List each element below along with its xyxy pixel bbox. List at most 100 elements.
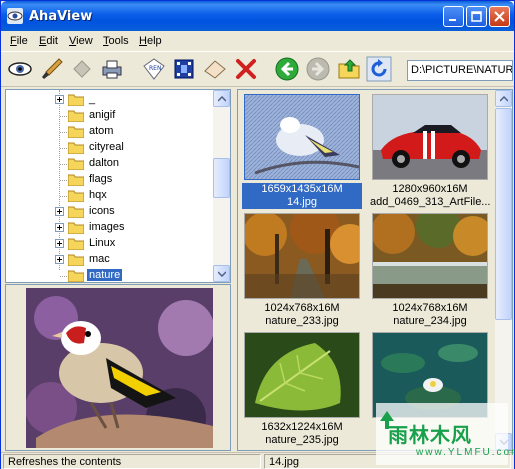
tree-item-label: atom	[89, 125, 114, 137]
tree-item[interactable]: mac	[6, 252, 214, 268]
image-preview	[5, 284, 231, 451]
erase-button[interactable]	[202, 56, 228, 82]
thumbnail-image-frame[interactable]	[372, 94, 488, 180]
menu-view[interactable]: View	[69, 35, 93, 47]
slideshow-button[interactable]	[171, 56, 197, 82]
eye-app-icon	[7, 8, 23, 24]
folder-tree: _ anigif atom cityreal dalton flags hqx …	[5, 89, 231, 283]
folder-icon	[68, 94, 84, 106]
thumbnail-item[interactable]: 1632x1224x16M nature_235.jpg	[242, 330, 362, 446]
print-button[interactable]	[99, 56, 125, 82]
delete-x-icon	[236, 59, 256, 79]
tree-item-selected[interactable]: nature	[6, 268, 214, 282]
tree-item-label: nature	[87, 269, 123, 281]
forest-path-thumbnail-image	[245, 214, 359, 298]
menu-tools[interactable]: Tools	[103, 35, 129, 47]
autumn-river-thumbnail-image	[373, 214, 487, 298]
scroll-thumb[interactable]	[495, 108, 512, 320]
green-leaf-thumbnail-image	[245, 333, 359, 417]
folder-icon	[68, 174, 84, 186]
toolbar: REN D:\PICTURE\NATURE	[1, 51, 514, 87]
tree-item[interactable]: atom	[6, 124, 214, 140]
scroll-up-button[interactable]	[495, 90, 512, 107]
maximize-button[interactable]	[466, 6, 487, 27]
wand-button[interactable]	[69, 56, 95, 82]
goldfinch-preview-image	[26, 288, 213, 448]
up-folder-icon	[338, 59, 360, 79]
tree-item[interactable]: icons	[6, 204, 214, 220]
menu-help[interactable]: Help	[139, 35, 162, 47]
svg-text:REN: REN	[149, 65, 161, 72]
expand-icon[interactable]	[55, 207, 64, 216]
thumbnail-info: 1024x768x16M	[392, 302, 468, 314]
bird-thumbnail-image	[245, 95, 359, 179]
folder-icon	[68, 142, 84, 154]
window-title: AhaView	[29, 9, 93, 24]
rename-icon: REN	[143, 58, 165, 80]
tree-item[interactable]: _	[6, 92, 214, 108]
thumbnail-filename: 14.jpg	[242, 196, 362, 209]
chevron-up-icon	[218, 96, 226, 102]
scroll-down-button[interactable]	[213, 265, 230, 282]
pane-splitter[interactable]	[232, 89, 236, 451]
thumbnail-image-frame[interactable]	[244, 94, 360, 180]
expand-icon[interactable]	[55, 95, 64, 104]
up-folder-button[interactable]	[336, 56, 362, 82]
tree-item-label: cityreal	[89, 141, 124, 153]
minimize-button[interactable]	[443, 6, 464, 27]
tree-item[interactable]: flags	[6, 172, 214, 188]
rename-button[interactable]: REN	[141, 56, 167, 82]
refresh-icon	[366, 56, 392, 82]
close-icon	[494, 11, 505, 22]
back-arrow-icon	[275, 57, 299, 81]
view-button[interactable]	[7, 56, 33, 82]
refresh-button[interactable]	[366, 56, 392, 82]
expand-icon[interactable]	[55, 255, 64, 264]
menu-file[interactable]: File	[10, 35, 28, 47]
watermark-text: 雨林木风	[388, 423, 472, 447]
thumbnail-image-frame[interactable]	[244, 213, 360, 299]
scroll-up-button[interactable]	[213, 90, 230, 107]
thumbnail-image-frame[interactable]	[372, 213, 488, 299]
thumbnail-filename: nature_235.jpg	[265, 434, 339, 446]
chevron-up-icon	[500, 96, 508, 102]
delete-button[interactable]	[233, 56, 259, 82]
grid-scrollbar[interactable]	[495, 90, 512, 450]
thumbnail-info: 1280x960x16M	[392, 183, 468, 195]
thumbnail-info: 1659x1435x16M	[242, 183, 362, 196]
thumbnail-grid: 1659x1435x16M 14.jpg 1280x960x16M add_04…	[237, 89, 513, 451]
tree-item[interactable]: hqx	[6, 188, 214, 204]
path-input[interactable]: D:\PICTURE\NATURE	[407, 60, 513, 81]
expand-icon[interactable]	[55, 223, 64, 232]
folder-icon	[68, 206, 84, 218]
thumbnail-filename: nature_234.jpg	[393, 315, 467, 327]
tree-item[interactable]: dalton	[6, 156, 214, 172]
print-icon	[102, 60, 122, 79]
close-button[interactable]	[489, 6, 510, 27]
tree-item-label: icons	[89, 205, 115, 217]
tree-scrollbar[interactable]	[213, 90, 230, 282]
app-window: AhaView File Edit View Tools Help REN D:…	[0, 0, 515, 469]
expand-icon[interactable]	[55, 239, 64, 248]
scroll-thumb[interactable]	[213, 158, 230, 198]
menu-edit[interactable]: Edit	[39, 35, 58, 47]
tree-item-label: images	[89, 221, 125, 233]
tree-item[interactable]: images	[6, 220, 214, 236]
title-bar[interactable]: AhaView	[1, 1, 514, 31]
back-button[interactable]	[274, 56, 300, 82]
thumbnail-filename: add_0469_313_ArtFile...	[370, 196, 490, 208]
edit-button[interactable]	[39, 56, 65, 82]
forward-arrow-icon	[306, 57, 330, 81]
tree-item[interactable]: anigif	[6, 108, 214, 124]
thumbnail-item[interactable]: 1659x1435x16M 14.jpg	[242, 92, 362, 209]
thumbnail-image-frame[interactable]	[244, 332, 360, 418]
tree-item-label: anigif	[89, 109, 116, 121]
thumbnail-item[interactable]: 1024x768x16M nature_233.jpg	[242, 211, 362, 327]
folder-icon	[68, 238, 84, 250]
thumbnail-item[interactable]: 1280x960x16M add_0469_313_ArtFile...	[370, 92, 490, 208]
folder-icon	[68, 190, 84, 202]
tree-item[interactable]: cityreal	[6, 140, 214, 156]
thumbnail-item[interactable]: 1024x768x16M nature_234.jpg	[370, 211, 490, 327]
tree-item[interactable]: Linux	[6, 236, 214, 252]
forward-button[interactable]	[305, 56, 331, 82]
